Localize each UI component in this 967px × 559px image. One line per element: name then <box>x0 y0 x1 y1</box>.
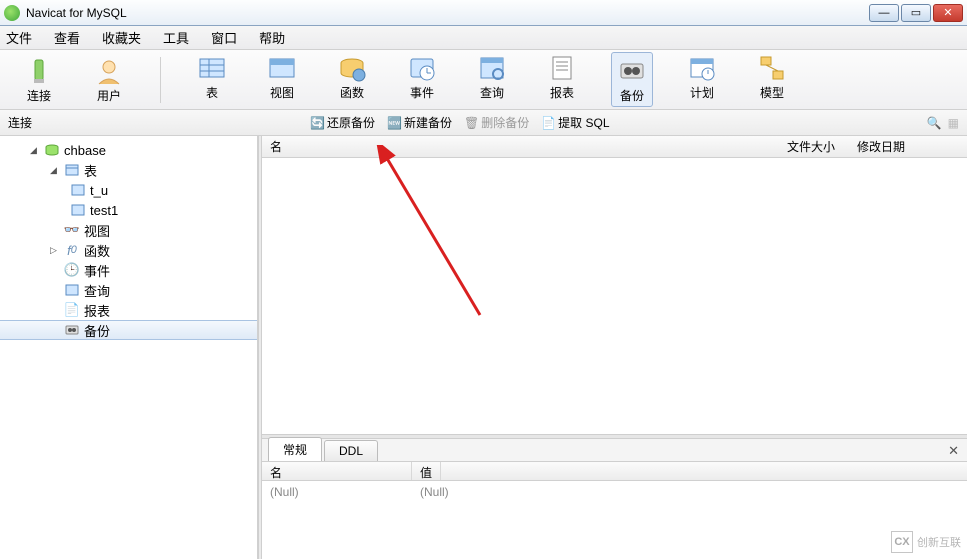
panel-close-icon[interactable]: ✕ <box>948 443 959 459</box>
tab-ddl[interactable]: DDL <box>324 440 378 461</box>
connection-tree: ◢ chbase ◢ 表 t_u test1 👓 视图 <box>0 136 258 559</box>
property-name-cell: (Null) <box>262 481 412 559</box>
delete-backup-button[interactable]: 🗑 删除备份 <box>464 114 529 131</box>
menu-tools[interactable]: 工具 <box>163 28 189 47</box>
queries-icon <box>64 283 80 297</box>
menu-window[interactable]: 窗口 <box>211 28 237 47</box>
main-area: ◢ chbase ◢ 表 t_u test1 👓 视图 <box>0 136 967 559</box>
extract-icon: 📄 <box>541 116 556 130</box>
table-icon <box>196 52 228 84</box>
search-icon[interactable]: 🔍 <box>927 116 942 130</box>
delete-icon: 🗑 <box>464 116 479 130</box>
app-icon <box>4 5 20 21</box>
menu-file[interactable]: 文件 <box>6 28 32 47</box>
window-title: Navicat for MySQL <box>26 6 127 20</box>
menu-view[interactable]: 查看 <box>54 28 80 47</box>
backup-icon <box>64 323 80 337</box>
column-modified[interactable]: 修改日期 <box>857 138 967 155</box>
tree-backup[interactable]: 备份 <box>0 320 257 340</box>
event-icon <box>406 52 438 84</box>
toolbar-backup[interactable]: 备份 <box>611 52 653 107</box>
functions-icon: f0 <box>64 243 80 257</box>
tree-table-t-u[interactable]: t_u <box>0 180 257 200</box>
list-header: 名 文件大小 修改日期 <box>262 136 967 158</box>
toolbar-view[interactable]: 视图 <box>261 52 303 107</box>
plug-icon <box>23 55 55 87</box>
reports-icon: 📄 <box>64 303 80 317</box>
events-icon: 🕒 <box>64 263 80 277</box>
property-value-cell: (Null) <box>412 481 457 559</box>
expander-icon[interactable]: ◢ <box>30 145 40 156</box>
toolbar: 连接 用户 表 视图 函数 事件 查询 <box>0 50 967 110</box>
schedule-icon <box>686 52 718 84</box>
connection-label: 连接 <box>0 114 40 131</box>
toolbar-connect[interactable]: 连接 <box>18 55 60 104</box>
query-icon <box>476 52 508 84</box>
toolbar-schedule[interactable]: 计划 <box>681 52 723 107</box>
toolbar-table[interactable]: 表 <box>191 52 233 107</box>
watermark: CX 创新互联 <box>891 531 961 553</box>
maximize-button[interactable]: ▭ <box>901 4 931 22</box>
column-name[interactable]: 名 <box>270 138 787 155</box>
new-backup-button[interactable]: 🆕 新建备份 <box>387 114 452 131</box>
titlebar: Navicat for MySQL — ▭ ✕ <box>0 0 967 26</box>
close-button[interactable]: ✕ <box>933 4 963 22</box>
tables-icon <box>64 163 80 177</box>
database-icon <box>44 143 60 157</box>
tree-queries[interactable]: 查询 <box>0 280 257 300</box>
toolbar-event[interactable]: 事件 <box>401 52 443 107</box>
sub-toolbar: 连接 🔄 还原备份 🆕 新建备份 🗑 删除备份 📄 提取 SQL 🔍 ▦ <box>0 110 967 136</box>
restore-backup-button[interactable]: 🔄 还原备份 <box>310 114 375 131</box>
tree-functions[interactable]: ▷ f0 函数 <box>0 240 257 260</box>
watermark-icon: CX <box>891 531 913 553</box>
tree-tables-folder[interactable]: ◢ 表 <box>0 160 257 180</box>
tree-events[interactable]: 🕒 事件 <box>0 260 257 280</box>
column-filesize[interactable]: 文件大小 <box>787 138 857 155</box>
backup-icon <box>616 55 648 87</box>
restore-icon: 🔄 <box>310 116 325 130</box>
grid-view-icon[interactable]: ▦ <box>948 116 959 130</box>
window-controls: — ▭ ✕ <box>869 4 963 22</box>
tree-reports[interactable]: 📄 报表 <box>0 300 257 320</box>
menu-help[interactable]: 帮助 <box>259 28 285 47</box>
property-row: (Null) (Null) <box>262 481 967 559</box>
toolbar-function[interactable]: 函数 <box>331 52 373 107</box>
tree-table-test1[interactable]: test1 <box>0 200 257 220</box>
tab-general[interactable]: 常规 <box>268 437 322 461</box>
views-icon: 👓 <box>64 223 80 237</box>
view-icon <box>266 52 298 84</box>
minimize-button[interactable]: — <box>869 4 899 22</box>
table-icon <box>70 203 86 217</box>
toolbar-report[interactable]: 报表 <box>541 52 583 107</box>
detail-tabs: 常规 DDL ✕ <box>262 439 967 461</box>
property-header: 名 值 <box>262 461 967 481</box>
toolbar-separator <box>160 57 161 103</box>
backup-list[interactable] <box>262 158 967 434</box>
extract-sql-button[interactable]: 📄 提取 SQL <box>541 114 609 131</box>
menubar: 文件 查看 收藏夹 工具 窗口 帮助 <box>0 26 967 50</box>
new-icon: 🆕 <box>387 116 402 130</box>
tree-views[interactable]: 👓 视图 <box>0 220 257 240</box>
content-area: 名 文件大小 修改日期 常规 DDL ✕ 名 值 (Null) (Null) <box>262 136 967 559</box>
tree-database[interactable]: ◢ chbase <box>0 140 257 160</box>
expander-icon[interactable]: ◢ <box>50 165 60 176</box>
model-icon <box>756 52 788 84</box>
property-col-value[interactable]: 值 <box>412 462 441 480</box>
expander-icon[interactable]: ▷ <box>50 245 60 256</box>
toolbar-model[interactable]: 模型 <box>751 52 793 107</box>
detail-panel: 常规 DDL ✕ 名 值 (Null) (Null) <box>262 439 967 559</box>
toolbar-query[interactable]: 查询 <box>471 52 513 107</box>
function-icon <box>336 52 368 84</box>
property-col-name[interactable]: 名 <box>262 462 412 480</box>
report-icon <box>546 52 578 84</box>
menu-favorites[interactable]: 收藏夹 <box>102 28 141 47</box>
user-icon <box>93 55 125 87</box>
table-icon <box>70 183 86 197</box>
watermark-text: 创新互联 <box>917 534 961 550</box>
toolbar-user[interactable]: 用户 <box>88 55 130 104</box>
